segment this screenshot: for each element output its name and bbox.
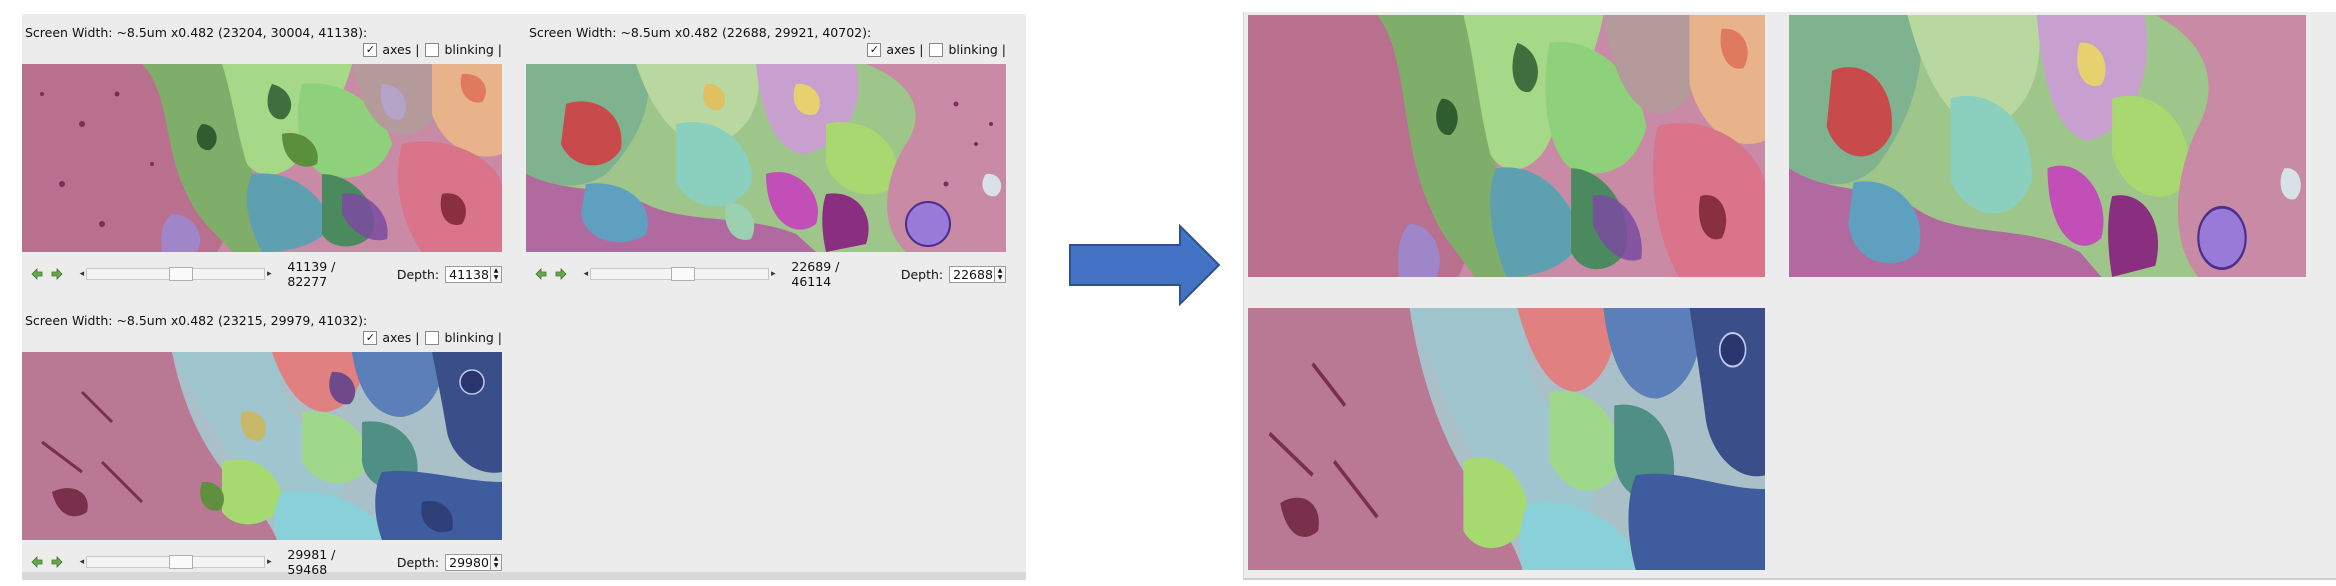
- slider-track[interactable]: [85, 267, 266, 281]
- viewer-options: ✓ axes | blinking |: [363, 42, 502, 57]
- green-right-arrow-icon[interactable]: [554, 267, 568, 281]
- viewer-options: ✓ axes | blinking |: [363, 330, 502, 345]
- em-segmentation-image[interactable]: [22, 64, 502, 252]
- depth-slider[interactable]: ◂ ▸: [78, 267, 273, 281]
- output-image-2: [1789, 15, 2306, 277]
- viewer-3: Screen Width: ~8.5um x0.482 (23215, 2997…: [22, 302, 502, 582]
- slider-track[interactable]: [85, 555, 266, 569]
- axes-toggle[interactable]: ✓ axes |: [363, 42, 419, 57]
- output-image-1: [1248, 15, 1765, 277]
- axes-toggle[interactable]: ✓ axes |: [867, 42, 923, 57]
- frame-counter: 41139 / 82277: [287, 259, 336, 289]
- green-left-arrow-icon[interactable]: [30, 555, 44, 569]
- blinking-label: blinking |: [948, 42, 1006, 57]
- blinking-checkbox[interactable]: [929, 42, 944, 57]
- slider-right-end-icon[interactable]: ▸: [265, 269, 273, 279]
- axes-checkbox[interactable]: ✓: [867, 42, 882, 57]
- spin-up-icon[interactable]: ▲: [494, 555, 499, 562]
- slider-track[interactable]: [589, 267, 770, 281]
- em-segmentation-image[interactable]: [22, 352, 502, 540]
- axes-toggle[interactable]: ✓ axes |: [363, 330, 419, 345]
- depth-spinner[interactable]: ▲ ▼: [491, 265, 502, 283]
- viewer-controls: ◂ ▸ 41139 / 82277 Depth: 41138 ▲ ▼: [22, 259, 502, 289]
- axes-label: axes |: [382, 330, 420, 345]
- depth-spinner[interactable]: ▲ ▼: [995, 265, 1006, 283]
- green-left-arrow-icon[interactable]: [30, 267, 44, 281]
- blue-right-arrow-icon: [1068, 223, 1222, 310]
- spin-up-icon[interactable]: ▲: [998, 267, 1003, 274]
- frame-counter: 29981 / 59468: [287, 547, 336, 577]
- depth-label: Depth:: [396, 554, 440, 570]
- viewer-title: Screen Width: ~8.5um x0.482 (23215, 2997…: [25, 313, 368, 328]
- depth-input[interactable]: 41138: [445, 265, 492, 283]
- blinking-toggle[interactable]: blinking |: [425, 42, 502, 57]
- blinking-toggle[interactable]: blinking |: [929, 42, 1006, 57]
- slider-thumb[interactable]: [168, 555, 193, 569]
- depth-input[interactable]: 22688: [949, 265, 996, 283]
- viewer-controls: ◂ ▸ 22689 / 46114 Depth: 22688 ▲ ▼: [526, 259, 1006, 289]
- depth-slider[interactable]: ◂ ▸: [78, 555, 273, 569]
- neuroglancer-viewer-grid: Screen Width: ~8.5um x0.482 (23204, 3000…: [22, 14, 1026, 580]
- output-image-3: [1248, 308, 1765, 570]
- axes-label: axes |: [886, 42, 924, 57]
- depth-spinner[interactable]: ▲ ▼: [491, 553, 502, 571]
- blinking-label: blinking |: [444, 330, 502, 345]
- blinking-toggle[interactable]: blinking |: [425, 330, 502, 345]
- depth-slider[interactable]: ◂ ▸: [582, 267, 777, 281]
- depth-label: Depth:: [900, 266, 944, 282]
- green-left-arrow-icon[interactable]: [534, 267, 548, 281]
- axes-checkbox[interactable]: ✓: [363, 330, 378, 345]
- slider-thumb[interactable]: [670, 267, 695, 281]
- viewer-controls: ◂ ▸ 29981 / 59468 Depth: 29980 ▲ ▼: [22, 547, 502, 577]
- axes-checkbox[interactable]: ✓: [363, 42, 378, 57]
- slider-left-end-icon[interactable]: ◂: [582, 269, 590, 279]
- slider-thumb[interactable]: [168, 267, 193, 281]
- frame-counter: 22689 / 46114: [791, 259, 840, 289]
- slider-left-end-icon[interactable]: ◂: [78, 557, 86, 567]
- viewer-options: ✓ axes | blinking |: [867, 42, 1006, 57]
- em-segmentation-image[interactable]: [526, 64, 1006, 252]
- depth-label: Depth:: [396, 266, 440, 282]
- blinking-checkbox[interactable]: [425, 330, 440, 345]
- axes-label: axes |: [382, 42, 420, 57]
- spin-down-icon[interactable]: ▼: [998, 274, 1003, 281]
- viewer-title: Screen Width: ~8.5um x0.482 (23204, 3000…: [25, 25, 368, 40]
- viewer-1: Screen Width: ~8.5um x0.482 (23204, 3000…: [22, 14, 502, 294]
- blinking-label: blinking |: [444, 42, 502, 57]
- output-image-grid: [1243, 12, 2336, 580]
- depth-input[interactable]: 29980: [445, 553, 492, 571]
- slider-left-end-icon[interactable]: ◂: [78, 269, 86, 279]
- green-right-arrow-icon[interactable]: [50, 555, 64, 569]
- blinking-checkbox[interactable]: [425, 42, 440, 57]
- spin-down-icon[interactable]: ▼: [494, 274, 499, 281]
- viewer-2: Screen Width: ~8.5um x0.482 (22688, 2992…: [526, 14, 1006, 294]
- spin-down-icon[interactable]: ▼: [494, 562, 499, 569]
- slider-right-end-icon[interactable]: ▸: [769, 269, 777, 279]
- viewer-title: Screen Width: ~8.5um x0.482 (22688, 2992…: [529, 25, 872, 40]
- slider-right-end-icon[interactable]: ▸: [265, 557, 273, 567]
- spin-up-icon[interactable]: ▲: [494, 267, 499, 274]
- green-right-arrow-icon[interactable]: [50, 267, 64, 281]
